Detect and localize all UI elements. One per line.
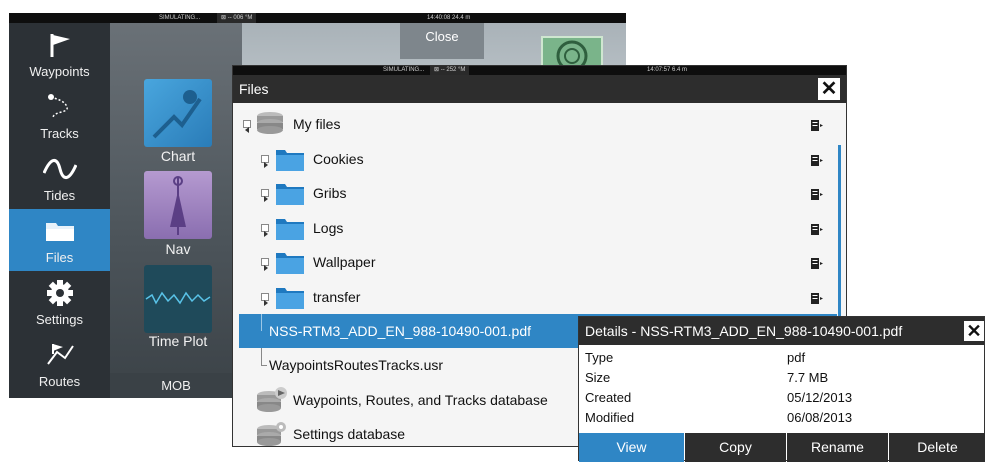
collapse-icon[interactable] (243, 120, 251, 133)
expand-icon[interactable] (261, 258, 269, 271)
timeplot-tile[interactable] (144, 265, 212, 333)
detail-label: Size (585, 370, 611, 385)
gear-icon (9, 279, 110, 307)
menu-icon[interactable] (811, 222, 823, 235)
folder-icon (275, 147, 305, 172)
chart-tile-label: Chart (160, 148, 196, 164)
close-icon[interactable]: ✕ (818, 78, 840, 100)
tree-row-label: Cookies (313, 151, 364, 167)
detail-value: 05/12/2013 (787, 390, 853, 405)
menu-icon[interactable] (811, 291, 823, 304)
sidebar-item-label: Settings (36, 312, 83, 327)
tree-line (261, 365, 267, 366)
detail-label: Modified (585, 410, 635, 425)
sidebar-item-settings[interactable]: Settings (9, 271, 110, 333)
chart-icon (152, 90, 202, 139)
expand-icon[interactable] (261, 155, 269, 168)
tree-row-logs[interactable]: Logs (239, 211, 837, 245)
heading-readout: ⊠ -- 006 °M (217, 13, 257, 23)
menu-icon[interactable] (811, 118, 823, 131)
menu-icon[interactable] (811, 153, 823, 166)
details-title: Details - NSS-RTM3_ADD_EN_988-10490-001.… (585, 323, 903, 339)
sidebar-item-label: Files (45, 250, 74, 265)
detail-value: 7.7 MB (787, 370, 829, 385)
storage-icon (255, 111, 285, 140)
tree-row-gribs[interactable]: Gribs (239, 176, 837, 210)
tree-row-label: Gribs (313, 185, 347, 201)
sidebar-item-label: Waypoints (29, 64, 90, 79)
sidebar-item-waypoints[interactable]: Waypoints (9, 23, 110, 85)
tree-row-label: Logs (313, 220, 344, 236)
sidebar-item-tracks[interactable]: Tracks (9, 85, 110, 147)
menu-icon[interactable] (811, 256, 823, 269)
mob-button[interactable]: MOB (110, 373, 242, 398)
chart-tile[interactable] (144, 79, 212, 147)
time-readout: 14:40:08 24.4 m (427, 15, 471, 21)
close-icon[interactable]: ✕ (964, 321, 984, 341)
heading-readout: ⊠ -- 252 °M (430, 66, 470, 75)
tree-line (261, 348, 262, 365)
nav-icon (170, 176, 186, 235)
sidebar: Waypoints Tracks Tides Files Settings Ro… (9, 23, 110, 398)
details-title-bar: Details - NSS-RTM3_ADD_EN_988-10490-001.… (579, 317, 984, 345)
folder-icon (275, 216, 305, 241)
tracks-icon (9, 93, 110, 121)
view-button[interactable]: View (579, 433, 684, 462)
routes-icon (9, 341, 110, 369)
tree-row-wallpaper[interactable]: Wallpaper (239, 245, 837, 279)
detail-label: Type (585, 350, 614, 365)
tree-row-label: WaypointsRoutesTracks.usr (269, 357, 444, 373)
tree-row-transfer[interactable]: transfer (239, 280, 837, 314)
tree-line (261, 314, 262, 331)
folder-icon (275, 181, 305, 206)
detail-label: Created (585, 390, 632, 405)
sidebar-item-files[interactable]: Files (9, 209, 110, 271)
expand-icon[interactable] (261, 293, 269, 306)
folder-icon (275, 250, 305, 275)
tree-row-cookies[interactable]: Cookies (239, 142, 837, 176)
tree-row-my-files[interactable]: My files (239, 107, 837, 141)
sidebar-item-label: Tracks (40, 126, 79, 141)
sim-status: SIMULATING... (383, 67, 425, 73)
details-panel: Details - NSS-RTM3_ADD_EN_988-10490-001.… (578, 316, 985, 462)
detail-value: 06/08/2013 (787, 410, 853, 425)
status-bar: SIMULATING... ⊠ -- 252 °M 14:07:57 6.4 m (233, 66, 846, 75)
copy-button[interactable]: Copy (685, 433, 786, 462)
close-button[interactable]: Close (400, 23, 484, 59)
files-title-bar: Files (233, 75, 846, 103)
nav-tile[interactable] (144, 171, 212, 239)
tree-row-label: My files (293, 116, 341, 132)
timeplot-tile-label: Time Plot (148, 333, 208, 349)
tree-row-label: Settings database (293, 426, 406, 442)
delete-button[interactable]: Delete (889, 433, 985, 462)
tree-row-label: NSS-RTM3_ADD_EN_988-10490-001.pdf (269, 323, 531, 339)
menu-icon[interactable] (811, 187, 823, 200)
tides-icon (9, 155, 110, 183)
files-title: Files (239, 81, 269, 97)
sim-status: SIMULATING... (159, 15, 201, 21)
tree-row-label: Wallpaper (313, 254, 376, 270)
sidebar-item-tides[interactable]: Tides (9, 147, 110, 209)
detail-value: pdf (787, 350, 806, 365)
tree-row-label: Waypoints, Routes, and Tracks database (293, 392, 548, 408)
expand-icon[interactable] (261, 189, 269, 202)
folder-icon (9, 217, 110, 245)
database-icon (255, 386, 289, 417)
tree-row-label: transfer (313, 289, 361, 305)
rename-button[interactable]: Rename (787, 433, 888, 462)
status-bar: SIMULATING... ⊠ -- 006 °M 14:40:08 24.4 … (9, 13, 626, 23)
sidebar-item-label: Tides (43, 188, 76, 203)
sidebar-item-label: Routes (38, 374, 81, 389)
expand-icon[interactable] (261, 224, 269, 237)
timeplot-icon (145, 291, 211, 305)
settings-database-icon (255, 420, 289, 451)
time-readout: 14:07:57 6.4 m (647, 67, 688, 73)
sidebar-item-routes[interactable]: Routes (9, 333, 110, 395)
flag-icon (9, 31, 110, 59)
folder-icon (275, 285, 305, 310)
nav-tile-label: Nav (165, 241, 191, 257)
